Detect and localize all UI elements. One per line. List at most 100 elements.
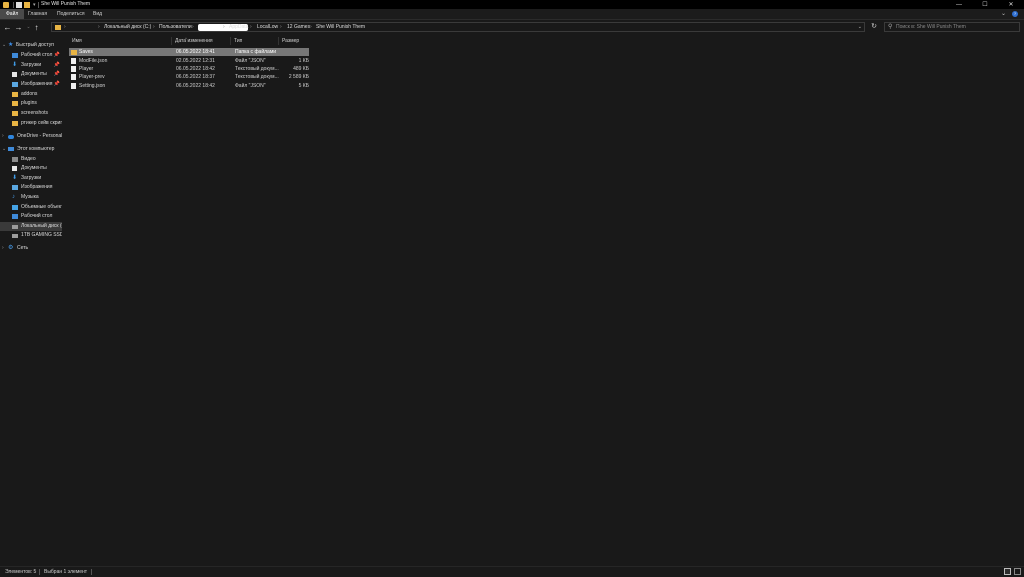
sidebar-item-this-pc[interactable]: ⌄ Этот компьютер <box>0 145 62 154</box>
file-name: Player <box>79 66 94 72</box>
sidebar-item-onedrive[interactable]: › OneDrive - Personal <box>0 132 62 141</box>
sidebar-item-network[interactable]: › ⚙ Сеть <box>0 244 62 253</box>
chevron-right-icon[interactable]: › <box>250 23 252 32</box>
window-title: She Will Punish Them <box>41 1 91 7</box>
sidebar-item-label: OneDrive - Personal <box>17 133 62 139</box>
column-header-name[interactable]: Имя ^ <box>69 36 187 45</box>
sidebar-item-label: Рабочий стол <box>21 52 53 58</box>
back-button[interactable]: ← <box>3 22 12 32</box>
address-dropdown-icon[interactable]: ⌄ <box>858 23 862 32</box>
sidebar-item-label: Изображения <box>21 81 53 87</box>
search-input[interactable] <box>896 23 1016 31</box>
tab-view[interactable]: Вид <box>93 9 102 19</box>
breadcrumb-users[interactable]: Пользователи <box>159 23 192 32</box>
breadcrumb-current-folder[interactable]: She Will Punish Them <box>316 23 365 32</box>
ribbon: Файл Главная Поделиться Вид ⌄ ? <box>0 9 1024 20</box>
refresh-button[interactable]: ↻ <box>868 22 880 32</box>
title-bar: ▾ She Will Punish Them — ☐ ✕ <box>0 0 1024 9</box>
navigation-bar: ← → ⌄ ↑ › › Локальный диск (C:) › Пользо… <box>0 20 1024 34</box>
sidebar-item-pc-pictures[interactable]: Изображения <box>0 183 62 192</box>
sidebar-item-label: Видео <box>21 156 36 162</box>
divider <box>39 569 40 575</box>
sidebar-item-3d-objects[interactable]: Объемные объекты <box>0 203 62 212</box>
file-name: Saves <box>79 49 93 55</box>
column-header-size[interactable]: Размер <box>279 37 309 45</box>
sidebar-item-pc-documents[interactable]: Документы <box>0 164 62 173</box>
sidebar-item-plugins[interactable]: plugins <box>0 99 62 108</box>
sidebar-item-pictures[interactable]: Изображения 📌 <box>0 80 62 89</box>
sidebar-item-save-script[interactable]: ртикер сейв скрип <box>0 119 62 128</box>
sidebar-item-label: Документы <box>21 165 47 171</box>
sidebar-item-label: Загрузки <box>21 175 42 181</box>
sidebar-item-label: Этот компьютер <box>17 146 55 152</box>
file-date: 02.05.2022 12:31 <box>176 58 215 64</box>
search-box[interactable]: ⚲ <box>884 22 1020 32</box>
chevron-right-icon[interactable]: › <box>153 23 155 32</box>
breadcrumb-local-disk[interactable]: Локальный диск (C:) <box>104 23 151 32</box>
maximize-button[interactable]: ☐ <box>972 0 998 9</box>
sidebar-item-quick-access[interactable]: ⌄ ★ Быстрый доступ <box>0 41 62 50</box>
address-bar[interactable]: › › Локальный диск (C:) › Пользователи ›… <box>51 22 865 32</box>
sidebar-item-desktop[interactable]: Рабочий стол 📌 <box>0 51 62 60</box>
file-name: Setting.json <box>79 83 106 89</box>
customize-toolbar-icon[interactable]: ▾ <box>33 2 36 8</box>
breadcrumb-appdata[interactable]: AppData <box>229 23 248 32</box>
chevron-right-icon[interactable]: › <box>64 23 66 32</box>
sidebar-item-local-disk-c[interactable]: Локальный диск (C: <box>0 222 62 231</box>
tab-file[interactable]: Файл <box>0 9 25 19</box>
sidebar-item-music[interactable]: ♪ Музыка <box>0 193 62 202</box>
chevron-down-icon[interactable]: ⌄ <box>2 41 6 50</box>
sidebar-item-videos[interactable]: Видео <box>0 155 62 164</box>
help-icon[interactable]: ? <box>1012 11 1018 17</box>
tab-home[interactable]: Главная <box>28 9 47 19</box>
expand-ribbon-icon[interactable]: ⌄ <box>1001 10 1006 17</box>
sidebar-item-screenshots[interactable]: screenshots <box>0 109 62 118</box>
table-row[interactable]: ModFile.json 02.05.2022 12:31 Файл "JSON… <box>69 57 309 65</box>
document-icon <box>12 72 17 77</box>
music-icon: ♪ <box>12 194 15 200</box>
sidebar-item-downloads[interactable]: ⬇ Загрузки 📌 <box>0 61 62 70</box>
chevron-right-icon[interactable]: › <box>223 23 225 32</box>
column-header-date[interactable]: Дата изменения <box>172 37 231 45</box>
breadcrumb-12-games[interactable]: 12 Games <box>287 23 310 32</box>
folder-icon <box>3 1 9 8</box>
sidebar-item-drive-d[interactable]: 1TB GAMING SSD (D: <box>0 231 62 240</box>
chevron-down-icon[interactable]: ⌄ <box>2 145 6 154</box>
chevron-right-icon[interactable]: › <box>310 23 312 32</box>
sidebar-item-addons[interactable]: addons <box>0 90 62 99</box>
table-row[interactable]: Player-prev 06.05.2022 18:37 Текстовый д… <box>69 73 309 81</box>
sidebar-item-documents[interactable]: Документы 📌 <box>0 70 62 79</box>
chevron-right-icon[interactable]: › <box>2 244 4 253</box>
forward-button[interactable]: → <box>14 22 23 32</box>
table-row[interactable]: Player 06.05.2022 18:42 Текстовый докум.… <box>69 65 309 73</box>
network-icon: ⚙ <box>8 245 14 251</box>
details-view-button[interactable] <box>1004 568 1011 575</box>
minimize-button[interactable]: — <box>946 0 972 9</box>
folder-icon <box>12 101 18 106</box>
pin-icon: 📌 <box>53 71 60 77</box>
chevron-right-icon[interactable]: › <box>280 23 282 32</box>
breadcrumb-locallow[interactable]: LocalLow <box>257 23 278 32</box>
chevron-right-icon[interactable]: › <box>2 132 4 141</box>
drive-icon <box>12 234 18 238</box>
properties-icon[interactable] <box>16 1 22 8</box>
document-icon <box>12 166 17 171</box>
file-type: Папка с файлами <box>235 49 277 55</box>
chevron-right-icon[interactable]: › <box>98 23 100 32</box>
new-folder-icon[interactable] <box>24 1 30 8</box>
close-button[interactable]: ✕ <box>998 0 1024 9</box>
file-date: 06.05.2022 18:42 <box>176 66 215 72</box>
up-button[interactable]: ↑ <box>32 22 41 32</box>
sidebar-item-pc-downloads[interactable]: ⬇ Загрузки <box>0 174 62 183</box>
table-row[interactable]: Saves 06.05.2022 18:41 Папка с файлами <box>69 48 309 56</box>
large-icons-view-button[interactable] <box>1014 568 1021 575</box>
column-header-type[interactable]: Тип <box>231 37 279 45</box>
tab-share[interactable]: Поделиться <box>57 9 85 19</box>
sidebar-item-label: screenshots <box>21 110 48 116</box>
divider <box>37 1 39 8</box>
table-row[interactable]: Setting.json 06.05.2022 18:42 Файл "JSON… <box>69 82 309 90</box>
sidebar-item-pc-desktop[interactable]: Рабочий стол <box>0 212 62 221</box>
divider <box>91 569 92 575</box>
chevron-right-icon[interactable]: › <box>192 23 194 32</box>
sidebar-item-label: Рабочий стол <box>21 213 53 219</box>
